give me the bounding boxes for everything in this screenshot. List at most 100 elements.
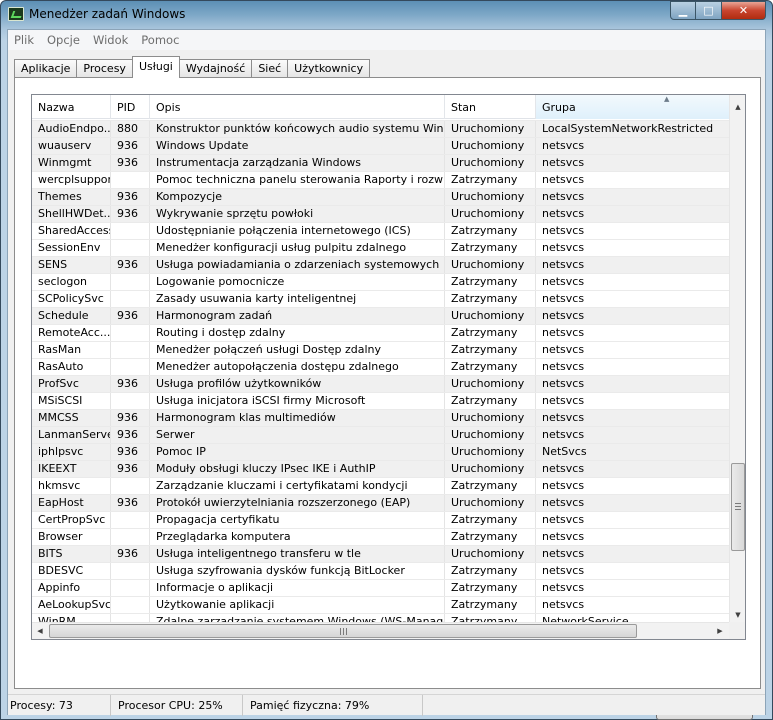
service-name: seclogon bbox=[32, 273, 111, 290]
menu-item-opcje[interactable]: Opcje bbox=[41, 30, 87, 50]
table-row[interactable]: SCPolicySvc Zasady usuwania karty intelig… bbox=[32, 290, 729, 307]
service-group: netsvcs bbox=[542, 513, 585, 526]
service-description: Usługa powiadamiania o zdarzeniach syste… bbox=[150, 256, 445, 273]
services-list[interactable]: Nazwa PID Opis Stan Grupa ▲ AudioEndpo..… bbox=[31, 94, 746, 640]
tab-uslugi[interactable]: Usługi bbox=[131, 56, 180, 78]
close-button[interactable]: ✕ bbox=[722, 1, 766, 20]
grip-line bbox=[735, 509, 741, 510]
service-name: Schedule bbox=[32, 307, 111, 324]
table-row[interactable]: AeLookupSvc Użytkowanie aplikacji Zatrzyma… bbox=[32, 596, 729, 613]
table-row[interactable]: iphlpsvc 936 Pomoc IP Uruchomiony NetSvcs bbox=[32, 443, 729, 460]
service-pid bbox=[111, 596, 150, 613]
task-manager-icon bbox=[8, 7, 24, 21]
scroll-left-arrow-icon[interactable]: ◀ bbox=[32, 623, 48, 639]
service-group: netsvcs bbox=[542, 275, 585, 288]
table-row[interactable]: RasAuto Menedżer autopołączenia dostępu z… bbox=[32, 358, 729, 375]
column-header-name[interactable]: Nazwa bbox=[32, 95, 111, 119]
table-row[interactable]: wercplsupport Pomoc techniczna panelu ste… bbox=[32, 171, 729, 188]
table-row[interactable]: ShellHWDet... 936 Wykrywanie sprzętu powło… bbox=[32, 205, 729, 222]
column-header-group[interactable]: Grupa ▲ bbox=[536, 95, 729, 119]
horizontal-scroll-thumb[interactable] bbox=[49, 624, 637, 638]
table-row[interactable]: EapHost 936 Protokół uwierzytelniania rozs… bbox=[32, 494, 729, 511]
service-pid bbox=[111, 392, 150, 409]
column-header-state[interactable]: Stan bbox=[445, 95, 536, 119]
service-name: Browser bbox=[32, 528, 111, 545]
horizontal-scrollbar[interactable]: ◀ ▶ bbox=[32, 622, 729, 639]
service-state: Zatrzymany bbox=[445, 358, 536, 375]
service-group: netsvcs bbox=[542, 326, 585, 339]
menu-item-plik[interactable]: Plik bbox=[8, 30, 41, 50]
service-state: Uruchomiony bbox=[445, 460, 536, 477]
tab-wydajnosc[interactable]: Wydajność bbox=[178, 59, 253, 78]
table-row[interactable]: wuauserv 936 Windows Update Uruchomiony nets… bbox=[32, 137, 729, 154]
service-pid bbox=[111, 171, 150, 188]
table-row[interactable]: SharedAccess Udostępnianie połączenia int… bbox=[32, 222, 729, 239]
tab-siec[interactable]: Sieć bbox=[251, 59, 289, 78]
service-state: Uruchomiony bbox=[445, 256, 536, 273]
service-state: Zatrzymany bbox=[445, 579, 536, 596]
table-row[interactable]: hkmsvc Zarządzanie kluczami i certyfikata… bbox=[32, 477, 729, 494]
table-row[interactable]: MSiSCSI Usługa inicjatora iSCSI firmy Mic… bbox=[32, 392, 729, 409]
table-row[interactable]: seclogon Logowanie pomocnicze Zatrzymany ne… bbox=[32, 273, 729, 290]
menu-item-widok[interactable]: Widok bbox=[87, 30, 135, 50]
table-row[interactable]: Winmgmt 936 Instrumentacja zarządzania Win… bbox=[32, 154, 729, 171]
service-group: netsvcs bbox=[542, 156, 585, 169]
service-group: netsvcs bbox=[542, 479, 585, 492]
column-header-pid[interactable]: PID bbox=[111, 95, 150, 119]
service-description: Informacje o aplikacji bbox=[150, 579, 445, 596]
service-state: Uruchomiony bbox=[445, 120, 536, 137]
vertical-scroll-thumb[interactable] bbox=[731, 463, 745, 551]
service-name: BDESVC bbox=[32, 562, 111, 579]
table-row[interactable]: Browser Przeglądarka komputera Zatrzymany n… bbox=[32, 528, 729, 545]
service-group: netsvcs bbox=[542, 224, 585, 237]
scroll-right-arrow-icon[interactable]: ▶ bbox=[712, 623, 728, 639]
minimize-button[interactable]: ▁ bbox=[670, 1, 696, 20]
table-row[interactable]: IKEEXT 936 Moduły obsługi kluczy IPsec IKE… bbox=[32, 460, 729, 477]
service-description: Zasady usuwania karty inteligentnej bbox=[150, 290, 445, 307]
service-group: NetSvcs bbox=[542, 445, 587, 458]
service-pid bbox=[111, 358, 150, 375]
service-pid: 936 bbox=[111, 494, 150, 511]
table-row[interactable]: SENS 936 Usługa powiadamiania o zdarzeniac… bbox=[32, 256, 729, 273]
tab-uzytkownicy[interactable]: Użytkownicy bbox=[287, 59, 371, 78]
service-group: netsvcs bbox=[542, 530, 585, 543]
service-pid: 936 bbox=[111, 205, 150, 222]
maximize-button[interactable]: □ bbox=[696, 1, 722, 20]
table-row[interactable]: SessionEnv Menedżer konfiguracji usług pu… bbox=[32, 239, 729, 256]
menu-item-pomoc[interactable]: Pomoc bbox=[135, 30, 186, 50]
table-row[interactable]: CertPropSvc Propagacja certyfikatu Zatrzym… bbox=[32, 511, 729, 528]
service-pid bbox=[111, 273, 150, 290]
service-name: Themes bbox=[32, 188, 111, 205]
service-state: Uruchomiony bbox=[445, 545, 536, 562]
table-row[interactable]: ProfSvc 936 Usługa profilów użytkowników Ur… bbox=[32, 375, 729, 392]
service-pid bbox=[111, 324, 150, 341]
minimize-icon: ▁ bbox=[678, 4, 688, 17]
table-row[interactable]: AudioEndpo... 880 Konstruktor punktów końc… bbox=[32, 120, 729, 137]
service-group: netsvcs bbox=[542, 411, 585, 424]
service-state: Uruchomiony bbox=[445, 205, 536, 222]
table-row[interactable]: WinRM Zdalne zarządzanie systemem Windows… bbox=[32, 613, 729, 622]
table-row[interactable]: MMCSS 936 Harmonogram klas multimediów Uruc… bbox=[32, 409, 729, 426]
table-row[interactable]: RemoteAcc... Routing i dostęp zdalny Zatrz… bbox=[32, 324, 729, 341]
scroll-down-arrow-icon[interactable]: ▼ bbox=[730, 607, 745, 623]
service-group: netsvcs bbox=[542, 139, 585, 152]
table-row[interactable]: Appinfo Informacje o aplikacji Zatrzymany n… bbox=[32, 579, 729, 596]
service-name: SharedAccess bbox=[32, 222, 111, 239]
tab-aplikacje[interactable]: Aplikacje bbox=[14, 59, 78, 78]
service-group: LocalSystemNetworkRestricted bbox=[542, 122, 714, 135]
vertical-scrollbar[interactable]: ▲ ▼ bbox=[729, 95, 745, 622]
table-row[interactable]: RasMan Menedżer połączeń usługi Dostęp zd… bbox=[32, 341, 729, 358]
service-group: netsvcs bbox=[542, 173, 585, 186]
service-description: Protokół uwierzytelniania rozszerzonego … bbox=[150, 494, 445, 511]
table-row[interactable]: BITS 936 Usługa inteligentnego transferu w… bbox=[32, 545, 729, 562]
service-state: Uruchomiony bbox=[445, 494, 536, 511]
title-bar[interactable]: Menedżer zadań Windows ▁ □ ✕ bbox=[1, 1, 772, 29]
table-row[interactable]: LanmanServer 936 Serwer Uruchomiony netsvcs bbox=[32, 426, 729, 443]
table-row[interactable]: Themes 936 Kompozycje Uruchomiony netsvcs bbox=[32, 188, 729, 205]
service-description: Harmonogram zadań bbox=[150, 307, 445, 324]
table-row[interactable]: BDESVC Usługa szyfrowania dysków funkcją … bbox=[32, 562, 729, 579]
column-header-description[interactable]: Opis bbox=[150, 95, 445, 119]
tab-procesy[interactable]: Procesy bbox=[76, 59, 133, 78]
table-row[interactable]: Schedule 936 Harmonogram zadań Uruchomiony n… bbox=[32, 307, 729, 324]
scroll-up-arrow-icon[interactable]: ▲ bbox=[730, 99, 745, 115]
